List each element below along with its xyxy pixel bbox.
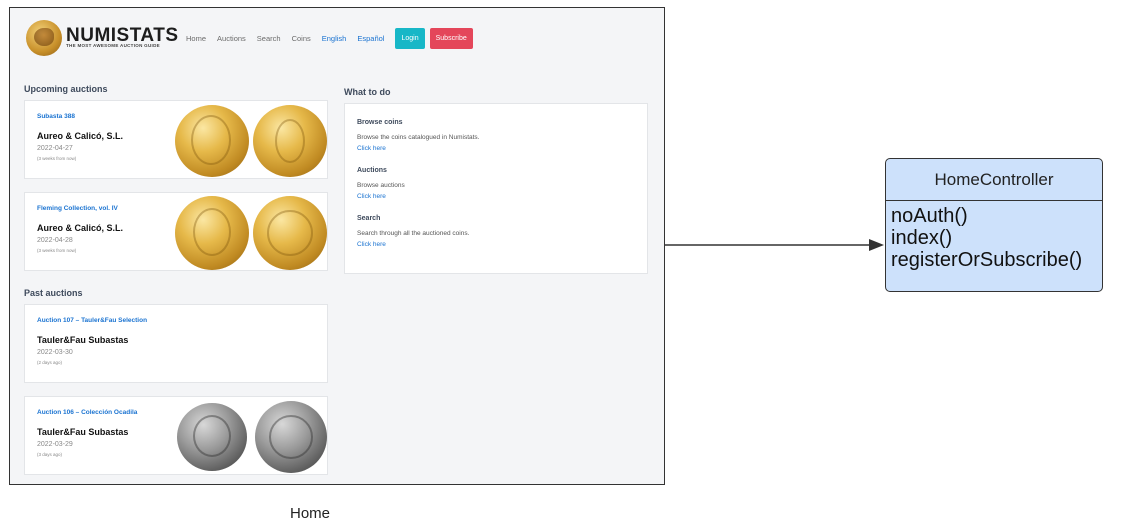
class-name: HomeController xyxy=(886,159,1102,201)
method-item: index() xyxy=(891,227,953,249)
method-item: noAuth() xyxy=(891,205,968,227)
method-item: registerOrSubscribe() xyxy=(891,249,1083,271)
class-box: HomeController noAuth() index() register… xyxy=(885,158,1103,292)
method-list: noAuth() index() registerOrSubscribe() xyxy=(886,201,1102,271)
arrowhead-icon xyxy=(869,239,884,251)
